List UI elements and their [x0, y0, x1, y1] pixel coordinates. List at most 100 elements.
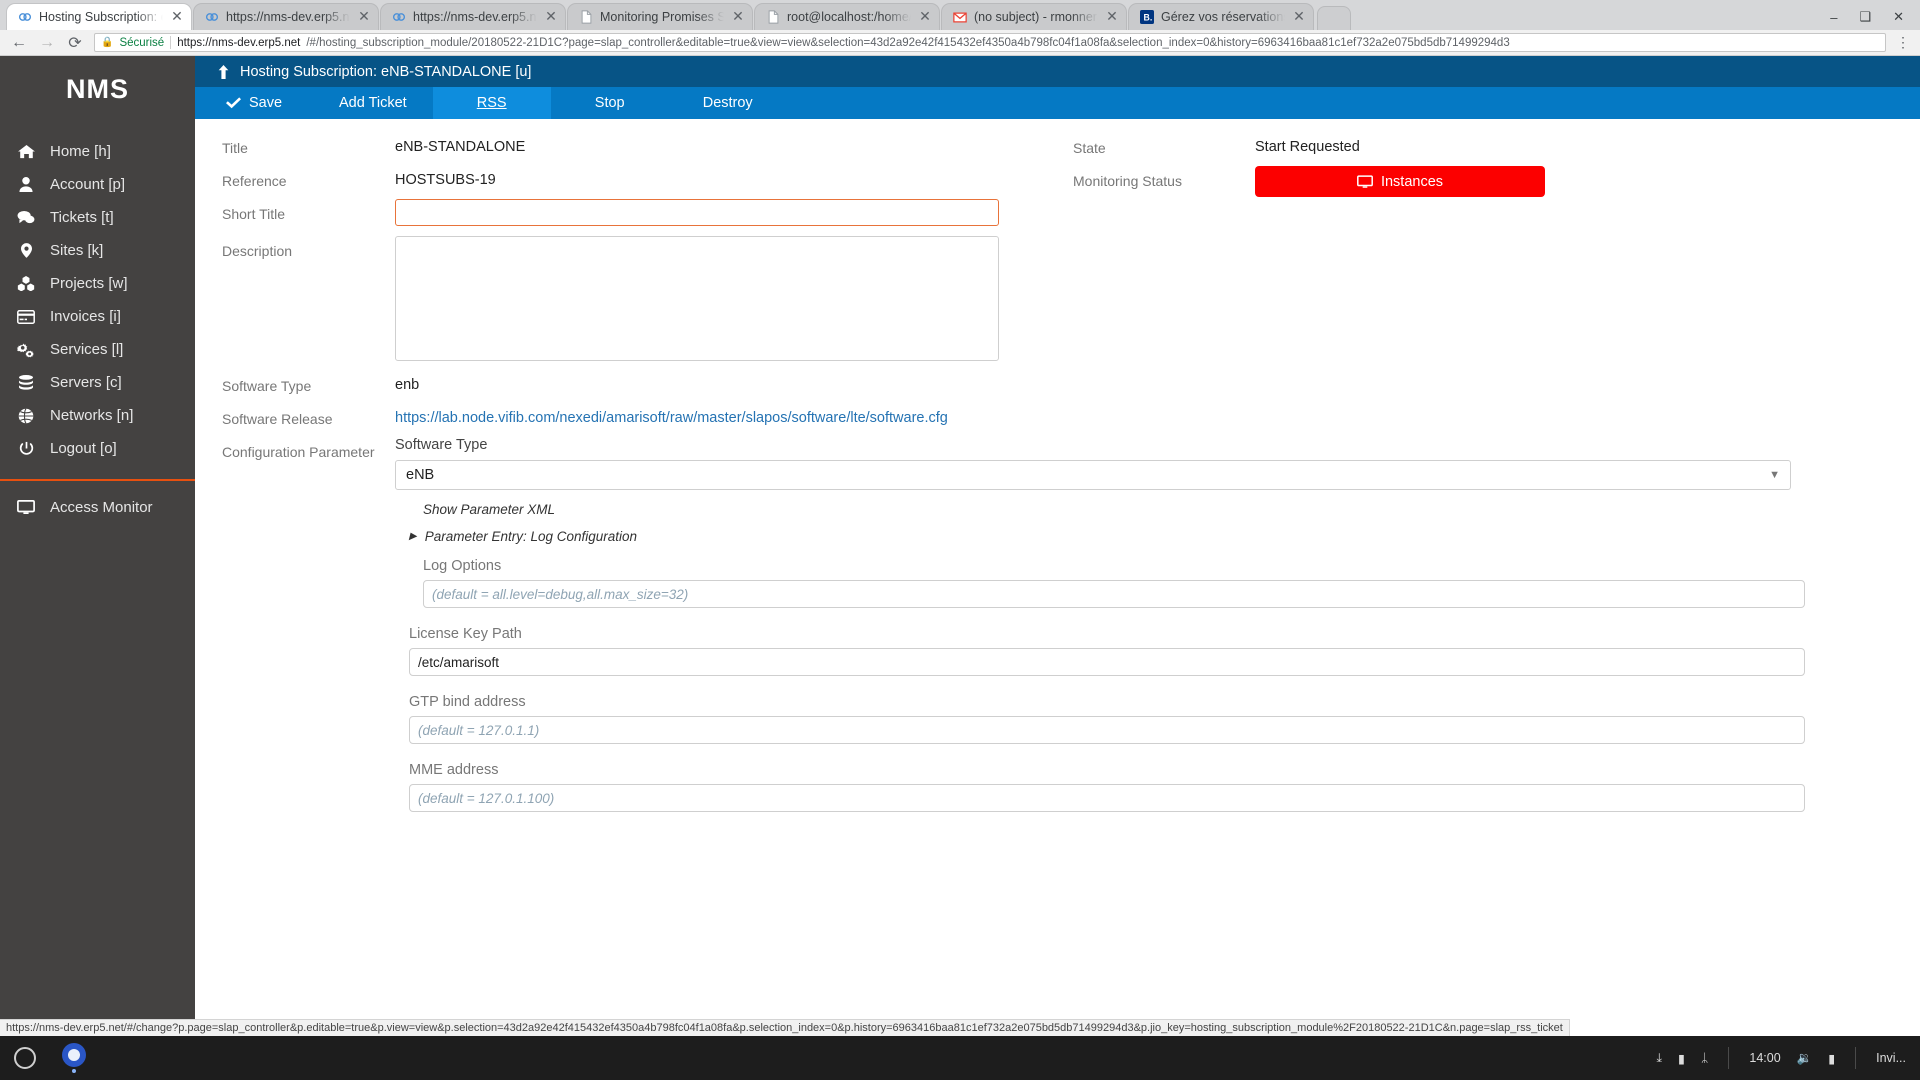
destroy-button[interactable]: Destroy — [669, 87, 787, 119]
maximize-button[interactable]: ❑ — [1859, 9, 1871, 25]
sidebar-item-logout[interactable]: Logout [o] — [0, 432, 195, 465]
action-toolbar: Save Add Ticket RSS Stop Destroy — [195, 87, 1920, 119]
software-release-link[interactable]: https://lab.node.vifib.com/nexedi/amaris… — [395, 404, 948, 426]
show-parameter-xml-link[interactable]: Show Parameter XML — [395, 502, 1805, 517]
bluetooth-icon[interactable]: ᛦ — [1701, 1051, 1709, 1065]
browser-tab[interactable]: Hosting Subscription: eN ✕ — [6, 3, 192, 30]
taskbar-clock[interactable]: 14:00 — [1749, 1051, 1780, 1065]
page-body: NMS Home [h] Account [p] Tickets [t] Sit… — [0, 56, 1920, 1036]
sidebar-item-services[interactable]: Services [l] — [0, 333, 195, 366]
close-icon[interactable]: ✕ — [169, 9, 185, 25]
close-icon[interactable]: ✕ — [917, 9, 933, 25]
log-options-input[interactable] — [423, 580, 1805, 608]
form-grid: Title eNB-STANDALONE Reference HOSTSUBS-… — [195, 133, 1920, 437]
desktop-icon — [1356, 174, 1373, 189]
arrow-up-icon[interactable] — [217, 64, 230, 79]
close-window-button[interactable]: ✕ — [1893, 9, 1904, 25]
close-icon[interactable]: ✕ — [1104, 9, 1120, 25]
gtp-bind-address-input[interactable] — [409, 716, 1805, 744]
configuration-parameter-row: Configuration Parameter Software Type eN… — [195, 437, 1920, 830]
close-icon[interactable]: ✕ — [543, 9, 559, 25]
page-header: Hosting Subscription: eNB-STANDALONE [u] — [195, 56, 1920, 87]
short-title-input[interactable] — [395, 199, 999, 226]
volume-icon[interactable]: 🔉 — [1797, 1051, 1813, 1066]
sidebar-item-account[interactable]: Account [p] — [0, 168, 195, 201]
sidebar-item-label: Home [h] — [50, 143, 111, 160]
activities-icon[interactable] — [14, 1047, 36, 1069]
window-controls: – ❑ ✕ — [1830, 9, 1920, 30]
stop-button[interactable]: Stop — [551, 87, 669, 119]
chrome-icon[interactable] — [62, 1043, 86, 1073]
browser-tab-title: https://nms-dev.erp5.net — [226, 10, 350, 24]
sidebar-item-servers[interactable]: Servers [c] — [0, 366, 195, 399]
globe-icon — [16, 407, 36, 424]
power-icon[interactable]: ▮ — [1828, 1051, 1835, 1066]
browser-tab[interactable]: https://nms-dev.erp5.net ✕ — [380, 3, 566, 30]
reload-icon[interactable]: ⟳ — [66, 33, 84, 53]
erp5-icon — [391, 9, 407, 25]
sidebar-item-invoices[interactable]: Invoices [i] — [0, 300, 195, 333]
os-taskbar: ⤓ ▮ ᛦ 14:00 🔉 ▮ Invi... — [0, 1036, 1920, 1080]
license-key-path-input[interactable] — [409, 648, 1805, 676]
sidebar-item-label: Account [p] — [50, 176, 126, 193]
sidebar-item-projects[interactable]: Projects [w] — [0, 267, 195, 300]
form-column-right: State Start Requested Monitoring Status … — [1055, 133, 1920, 437]
triangle-right-icon: ▶ — [409, 531, 417, 542]
security-label: Sécurisé — [119, 36, 165, 49]
mme-address-input[interactable] — [409, 784, 1805, 812]
close-icon[interactable]: ✕ — [730, 9, 746, 25]
browser-tab-title: https://nms-dev.erp5.net — [413, 10, 537, 24]
main-content: Hosting Subscription: eNB-STANDALONE [u]… — [195, 56, 1920, 1036]
address-bar[interactable]: 🔒 Sécurisé https://nms-dev.erp5.net /#/ho… — [94, 33, 1886, 52]
map-marker-icon — [16, 243, 36, 258]
browser-tab[interactable]: (no subject) - rmonnerat ✕ — [941, 3, 1127, 30]
sidebar-divider — [0, 479, 195, 481]
sidebar-item-access-monitor[interactable]: Access Monitor — [0, 491, 195, 524]
sidebar-item-label: Servers [c] — [50, 374, 122, 391]
browser-tab[interactable]: https://nms-dev.erp5.net ✕ — [193, 3, 379, 30]
close-icon[interactable]: ✕ — [356, 9, 372, 25]
download-icon[interactable]: ⤓ — [1656, 1051, 1662, 1066]
link-status-bar: https://nms-dev.erp5.net/#/change?p.page… — [0, 1019, 1570, 1036]
browser-tab[interactable]: Monitoring Promises Sta ✕ — [567, 3, 753, 30]
browser-menu-icon[interactable]: ⋮ — [1896, 34, 1910, 51]
user-icon — [16, 177, 36, 192]
omnibox-divider — [170, 36, 172, 49]
form-scroll-area[interactable]: Title eNB-STANDALONE Reference HOSTSUBS-… — [195, 119, 1920, 1036]
rss-button[interactable]: RSS — [432, 87, 551, 119]
chevron-down-icon: ▼ — [1769, 469, 1780, 481]
minimize-button[interactable]: – — [1830, 10, 1837, 25]
close-icon[interactable]: ✕ — [1291, 9, 1307, 25]
parameter-entry-log-configuration[interactable]: ▶ Parameter Entry: Log Configuration — [395, 529, 1805, 544]
sidebar-item-label: Sites [k] — [50, 242, 104, 259]
database-icon — [16, 374, 36, 391]
save-button[interactable]: Save — [195, 87, 313, 119]
sidebar-item-networks[interactable]: Networks [n] — [0, 399, 195, 432]
battery-icon[interactable]: ▮ — [1678, 1051, 1685, 1066]
add-ticket-button[interactable]: Add Ticket — [313, 87, 433, 119]
software-type-select[interactable]: eNB ▼ — [395, 460, 1791, 490]
field-description-row: Description — [195, 236, 1055, 361]
erp5-icon — [17, 9, 33, 25]
field-short-title-row: Short Title — [195, 199, 1055, 226]
sidebar-item-label: Tickets [t] — [50, 209, 114, 226]
user-menu-label[interactable]: Invi... — [1876, 1051, 1906, 1065]
form-column-left: Title eNB-STANDALONE Reference HOSTSUBS-… — [195, 133, 1055, 437]
browser-tab-title: root@localhost:/home/c — [787, 10, 911, 24]
description-textarea[interactable] — [395, 236, 999, 361]
back-icon[interactable]: ← — [10, 34, 28, 52]
sidebar-item-tickets[interactable]: Tickets [t] — [0, 201, 195, 234]
browser-tab[interactable]: B. Gérez vos réservations - B ✕ — [1128, 3, 1314, 30]
new-tab-button[interactable] — [1317, 6, 1351, 30]
field-state-row: State Start Requested — [1055, 133, 1920, 156]
destroy-button-label: Destroy — [702, 95, 753, 111]
comments-icon — [16, 210, 36, 225]
browser-tab[interactable]: root@localhost:/home/c ✕ — [754, 3, 940, 30]
field-monitoring-status-label: Monitoring Status — [1073, 173, 1182, 189]
sidebar-item-home[interactable]: Home [h] — [0, 135, 195, 168]
save-button-label: Save — [248, 95, 283, 111]
sidebar-item-label: Invoices [i] — [50, 308, 121, 325]
instances-button[interactable]: Instances — [1255, 166, 1545, 197]
sidebar-item-sites[interactable]: Sites [k] — [0, 234, 195, 267]
forward-icon[interactable]: → — [38, 34, 56, 52]
